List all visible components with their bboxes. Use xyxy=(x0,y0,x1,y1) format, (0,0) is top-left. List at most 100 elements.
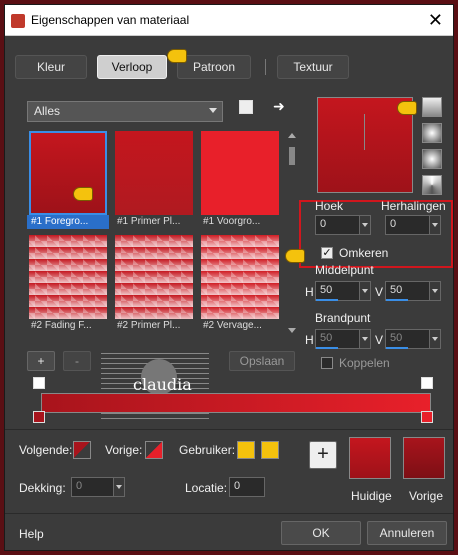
midpoint-h-label: H xyxy=(305,285,314,299)
add-to-swatches-button[interactable]: + xyxy=(309,441,337,469)
current-label: Huidige xyxy=(351,489,392,503)
previous-label: Vorige xyxy=(409,489,444,503)
gradient-item[interactable]: #2 Fading F... xyxy=(27,233,109,333)
add-gradient-button[interactable]: + xyxy=(27,351,55,371)
save-gradient-button[interactable]: Opslaan xyxy=(229,351,295,371)
spin-arrow-icon[interactable] xyxy=(429,282,440,300)
focal-v-value: 50 xyxy=(390,332,403,344)
tab-separator xyxy=(265,59,266,75)
midpoint-h-bar xyxy=(316,299,338,301)
ok-button[interactable]: OK xyxy=(281,521,361,545)
pointer-hand-icon xyxy=(285,249,305,263)
spin-arrow-icon[interactable] xyxy=(429,216,440,234)
gradient-item[interactable]: #1 Foregro... xyxy=(27,129,109,229)
scroll-thumb[interactable] xyxy=(289,147,295,165)
tab-verloop[interactable]: Verloop xyxy=(97,55,167,79)
gradient-editor-bar[interactable] xyxy=(41,393,431,413)
remove-gradient-button[interactable]: - xyxy=(63,351,91,371)
gradient-item[interactable]: #2 Vervage... xyxy=(199,233,281,333)
prev-color-swatch[interactable] xyxy=(145,441,163,459)
focal-label: Brandpunt xyxy=(315,311,371,325)
cancel-button[interactable]: Annuleren xyxy=(367,521,447,545)
focal-v-input[interactable]: 50 xyxy=(385,329,441,349)
style-radial-button[interactable] xyxy=(422,175,442,195)
midpoint-h-input[interactable]: 50 xyxy=(315,281,371,301)
user-color-swatch-1[interactable] xyxy=(237,441,255,459)
invert-checkbox[interactable]: ✓ xyxy=(321,247,333,259)
opacity-value: 0 xyxy=(76,480,83,492)
gradient-swatch xyxy=(201,131,279,215)
style-rectangular-button[interactable] xyxy=(422,123,442,143)
stop-bottom-right[interactable] xyxy=(421,411,433,423)
gradient-item[interactable]: #2 Primer Pl... xyxy=(113,233,195,333)
user-label: Gebruiker: xyxy=(179,443,236,457)
angle-value: 0 xyxy=(320,218,327,230)
stop-bottom-left[interactable] xyxy=(33,411,45,423)
midpoint-h-value: 50 xyxy=(320,284,333,296)
gradient-list-scrollbar[interactable] xyxy=(287,129,297,337)
spin-arrow-icon[interactable] xyxy=(359,216,370,234)
style-sunburst-button[interactable] xyxy=(422,149,442,169)
prev-label: Vorige: xyxy=(105,443,143,457)
scroll-up-icon[interactable] xyxy=(288,133,296,138)
tab-kleur[interactable]: Kleur xyxy=(15,55,87,79)
location-input[interactable]: 0 xyxy=(229,477,265,497)
opacity-label: Dekking: xyxy=(19,481,66,495)
previous-material-swatch[interactable] xyxy=(403,437,445,479)
tab-textuur[interactable]: Textuur xyxy=(277,55,349,79)
gradient-swatch xyxy=(115,235,193,319)
repeats-input[interactable]: 0 xyxy=(385,215,441,235)
focal-v-bar xyxy=(386,347,408,349)
location-value: 0 xyxy=(234,480,241,492)
angle-indicator xyxy=(364,114,365,150)
midpoint-v-label: V xyxy=(375,285,384,299)
focal-v-label: V xyxy=(375,333,384,347)
divider xyxy=(5,513,453,514)
user-color-swatch-2[interactable] xyxy=(261,441,279,459)
spin-arrow-icon[interactable] xyxy=(359,330,370,348)
gradient-swatch xyxy=(29,131,107,215)
spin-arrow-icon[interactable] xyxy=(113,478,124,496)
next-label: Volgende: xyxy=(19,443,73,457)
repeats-label: Herhalingen xyxy=(381,199,446,213)
arrow-right-icon[interactable]: ➜ xyxy=(273,98,285,115)
category-value: Alles xyxy=(34,104,61,118)
category-select[interactable]: Alles xyxy=(27,101,223,122)
material-properties-dialog: Eigenschappen van materiaal ✕ Kleur Verl… xyxy=(4,4,454,551)
focal-h-value: 50 xyxy=(320,332,333,344)
location-label: Locatie: xyxy=(185,481,228,495)
midpoint-v-value: 50 xyxy=(390,284,403,296)
gradient-item[interactable]: #1 Primer Pl... xyxy=(113,129,195,229)
app-icon xyxy=(11,14,25,28)
angle-input[interactable]: 0 xyxy=(315,215,371,235)
style-linear-button[interactable] xyxy=(422,97,442,117)
gradient-swatch xyxy=(29,235,107,319)
spin-arrow-icon[interactable] xyxy=(429,330,440,348)
gradient-list: #1 Foregro... #1 Primer Pl... #1 Voorgro… xyxy=(27,129,283,337)
gradient-label: #1 Foregro... xyxy=(27,215,109,229)
midpoint-v-input[interactable]: 50 xyxy=(385,281,441,301)
spin-arrow-icon[interactable] xyxy=(359,282,370,300)
gradient-label: #1 Voorgro... xyxy=(203,216,261,227)
current-material-swatch xyxy=(349,437,391,479)
watermark-text: claudia xyxy=(133,375,192,394)
stop-top-left[interactable] xyxy=(33,377,45,389)
chevron-down-icon xyxy=(209,108,217,113)
next-color-swatch[interactable] xyxy=(73,441,91,459)
stop-top-right[interactable] xyxy=(421,377,433,389)
opacity-input[interactable]: 0 xyxy=(71,477,125,497)
help-link[interactable]: Help xyxy=(19,527,44,541)
focal-h-bar xyxy=(316,347,338,349)
gradient-swatch xyxy=(115,131,193,215)
focal-h-label: H xyxy=(305,333,314,347)
gradient-item[interactable]: #1 Voorgro... xyxy=(199,129,281,229)
scroll-down-icon[interactable] xyxy=(288,328,296,333)
list-view-icon[interactable] xyxy=(239,100,253,114)
link-checkbox[interactable] xyxy=(321,357,333,369)
close-icon[interactable]: ✕ xyxy=(428,10,443,31)
title-bar: Eigenschappen van materiaal ✕ xyxy=(5,5,453,36)
repeats-value: 0 xyxy=(390,218,397,230)
focal-h-input[interactable]: 50 xyxy=(315,329,371,349)
pointer-hand-icon xyxy=(167,49,187,63)
tab-patroon[interactable]: Patroon xyxy=(177,55,251,79)
